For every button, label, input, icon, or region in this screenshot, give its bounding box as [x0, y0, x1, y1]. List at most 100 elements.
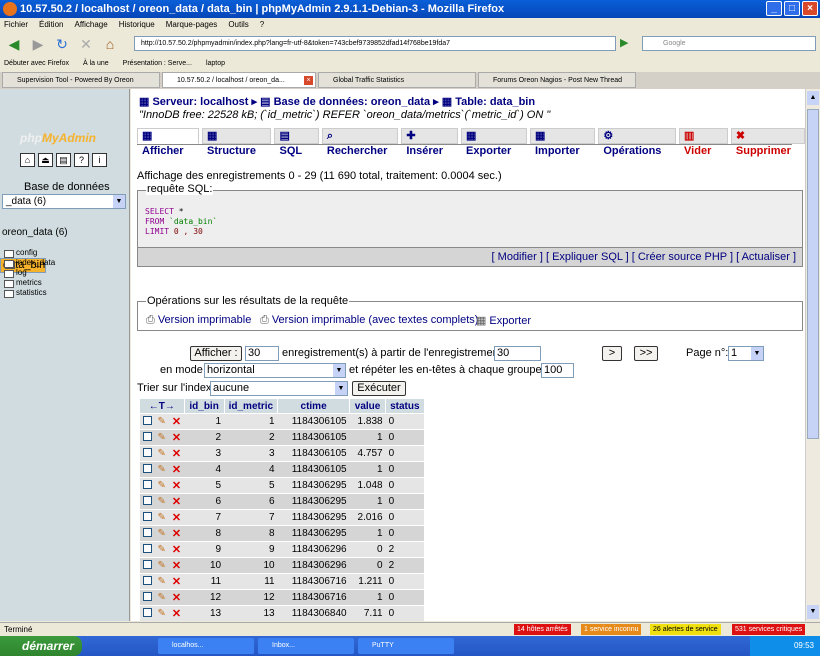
pencil-icon[interactable]: ✎	[158, 448, 166, 459]
menu-fichier[interactable]: Fichier	[4, 18, 28, 31]
delete-icon[interactable]: ✕	[172, 496, 181, 508]
delete-icon[interactable]: ✕	[172, 576, 181, 588]
phpmyadmin-logo[interactable]: phpMyAdmin	[20, 131, 96, 145]
status-badge-unknown[interactable]: 1 service inconnu	[581, 624, 642, 635]
table-link-log[interactable]: log	[0, 268, 128, 278]
tab-operations[interactable]: ⚙ Opérations	[598, 128, 677, 157]
last-page-button[interactable]: >>	[634, 346, 658, 361]
delete-icon[interactable]: ✕	[172, 512, 181, 524]
taskbar-item-firefox[interactable]: localhos...	[158, 638, 254, 654]
afficher-button[interactable]: Afficher :	[190, 346, 242, 361]
status-badge-hosts[interactable]: 14 hôtes arrêtés	[514, 624, 571, 635]
pencil-icon[interactable]: ✎	[158, 544, 166, 555]
tab-close-icon[interactable]: ×	[304, 76, 313, 85]
column-arrows[interactable]: ←T→	[139, 398, 185, 414]
delete-icon[interactable]: ✕	[172, 432, 181, 444]
menu-affichage[interactable]: Affichage	[74, 18, 107, 31]
table-link-config[interactable]: config	[0, 248, 128, 258]
column-header-id-bin[interactable]: id_bin	[183, 398, 225, 414]
print-link[interactable]: ⎙ Version imprimable	[146, 314, 251, 327]
delete-icon[interactable]: ✕	[172, 528, 181, 540]
db-select[interactable]: _data (6) ▼	[2, 194, 126, 209]
search-input[interactable]: Google	[642, 36, 816, 51]
pencil-icon[interactable]: ✎	[158, 528, 166, 539]
back-icon[interactable]: ◀	[4, 34, 24, 54]
delete-icon[interactable]: ✕	[172, 608, 181, 620]
delete-icon[interactable]: ✕	[172, 464, 181, 476]
table-link-statistics[interactable]: statistics	[0, 288, 128, 298]
db-title[interactable]: oreon_data (6)	[2, 227, 68, 238]
row-checkbox[interactable]	[142, 479, 152, 489]
delete-icon[interactable]: ✕	[172, 544, 181, 556]
docs-icon[interactable]: ?	[74, 153, 89, 167]
tab-exporter[interactable]: ▦ Exporter	[461, 128, 527, 157]
execute-button[interactable]: Exécuter	[352, 381, 406, 396]
menu-outils[interactable]: Outils	[228, 18, 248, 31]
print-full-link[interactable]: ⎙ Version imprimable (avec textes complet…	[260, 314, 478, 327]
bookmark-item[interactable]: À la une	[83, 57, 109, 71]
delete-icon[interactable]: ✕	[172, 560, 181, 572]
go-icon[interactable]: ▶	[620, 36, 636, 51]
delete-icon[interactable]: ✕	[172, 592, 181, 604]
start-button[interactable]: démarrer	[0, 636, 82, 656]
row-checkbox[interactable]	[142, 527, 152, 537]
menu-marque-pages[interactable]: Marque-pages	[166, 18, 218, 31]
server-link[interactable]: localhost	[200, 96, 248, 108]
pencil-icon[interactable]: ✎	[158, 560, 166, 571]
sql-links[interactable]: [ Modifier ] [ Expliquer SQL ] [ Créer s…	[137, 247, 803, 267]
pencil-icon[interactable]: ✎	[158, 432, 166, 443]
browser-tab[interactable]: Global Traffic Statistics	[318, 72, 476, 88]
delete-icon[interactable]: ✕	[172, 448, 181, 460]
main-scrollbar[interactable]: ▲ ▼	[805, 89, 820, 621]
bookmark-item[interactable]: Débuter avec Firefox	[4, 57, 69, 71]
pencil-icon[interactable]: ✎	[158, 512, 166, 523]
reload-icon[interactable]: ↻	[52, 34, 72, 54]
status-badge-alerts[interactable]: 26 alertes de service	[650, 624, 721, 635]
row-checkbox[interactable]	[142, 511, 152, 521]
maximize-button[interactable]: □	[784, 1, 800, 16]
start-row-input[interactable]: 30	[494, 346, 541, 361]
tab-afficher[interactable]: ▦ Afficher	[137, 128, 200, 157]
row-checkbox[interactable]	[142, 559, 152, 569]
browser-tab-active[interactable]: 10.57.50.2 / localhost / oreon_da... ×	[162, 72, 316, 88]
browser-tab[interactable]: Forums Oreon Nagios - Post New Thread	[478, 72, 636, 88]
column-header-ctime[interactable]: ctime	[277, 398, 351, 414]
repeat-headers-input[interactable]: 100	[541, 363, 574, 378]
browser-tab[interactable]: Supervision Tool - Powered By Oreon	[2, 72, 160, 88]
mode-select[interactable]: horizontal ▼	[204, 363, 346, 378]
sort-select[interactable]: aucune ▼	[210, 381, 348, 396]
tab-vider[interactable]: ▥ Vider	[679, 128, 728, 157]
pencil-icon[interactable]: ✎	[158, 608, 166, 619]
help-icon[interactable]: i	[92, 153, 107, 167]
menu-help[interactable]: ?	[260, 18, 264, 31]
row-checkbox[interactable]	[142, 575, 152, 585]
row-checkbox[interactable]	[142, 415, 152, 425]
bookmark-item[interactable]: laptop	[206, 57, 225, 71]
table-link[interactable]: data_bin	[490, 96, 535, 108]
export-link[interactable]: ▦ Exporter	[476, 314, 531, 327]
column-header-id-metric[interactable]: id_metric	[223, 398, 279, 414]
minimize-button[interactable]: _	[766, 1, 782, 16]
taskbar-item-putty[interactable]: PuTTY	[358, 638, 454, 654]
bookmark-item[interactable]: Présentation : Serve...	[123, 57, 192, 71]
row-checkbox[interactable]	[142, 495, 152, 505]
tab-supprimer[interactable]: ✖ Supprimer	[730, 128, 805, 157]
tab-sql[interactable]: ▤ SQL	[274, 128, 319, 157]
taskbar-item-inbox[interactable]: Inbox...	[258, 638, 354, 654]
row-checkbox[interactable]	[142, 447, 152, 457]
exit-icon[interactable]: ⏏	[38, 153, 53, 167]
row-checkbox[interactable]	[142, 607, 152, 617]
home-icon[interactable]: ⌂	[20, 153, 35, 167]
table-link-index-data[interactable]: index_data	[0, 258, 128, 268]
tab-rechercher[interactable]: ⌕ Rechercher	[321, 128, 399, 157]
pencil-icon[interactable]: ✎	[158, 480, 166, 491]
page-select[interactable]: 1 ▼	[728, 346, 764, 361]
row-checkbox[interactable]	[142, 543, 152, 553]
forward-icon[interactable]: ▶	[28, 34, 48, 54]
pencil-icon[interactable]: ✎	[158, 576, 166, 587]
column-header-value[interactable]: value	[349, 398, 387, 414]
table-link-metrics[interactable]: metrics	[0, 278, 128, 288]
tab-importer[interactable]: ▦ Importer	[530, 128, 596, 157]
url-input[interactable]: http://10.57.50.2/phpmyadmin/index.php?l…	[134, 36, 616, 51]
column-header-status[interactable]: status	[385, 398, 425, 414]
